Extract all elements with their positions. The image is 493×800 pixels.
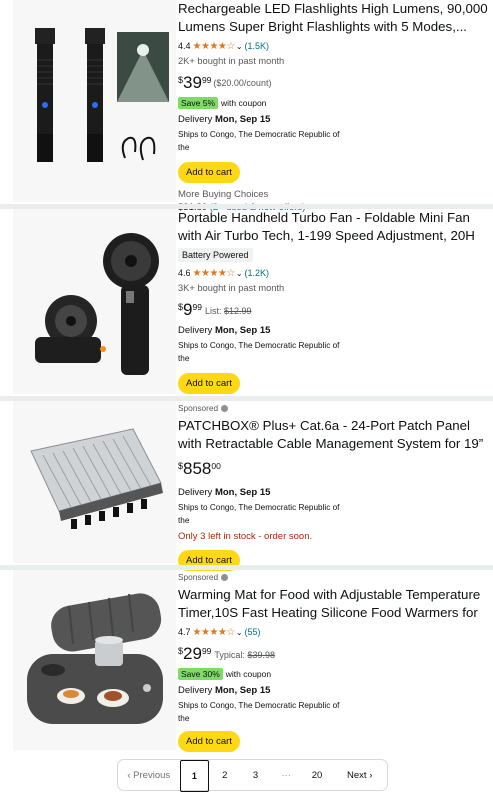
page-20-button[interactable]: 20 (302, 760, 333, 790)
coupon-text: with coupon (225, 668, 272, 679)
delivery-date: Mon, Sep 15 (214, 685, 271, 696)
unit-price: ($20.00/count) (213, 78, 272, 88)
chevron-down-icon[interactable]: ⌄ (236, 269, 243, 278)
star-rating-icon[interactable]: ★★★★☆ (193, 627, 236, 638)
page-2-button[interactable]: 2 (209, 760, 240, 790)
price-whole: 858 (183, 459, 212, 478)
product-card-fan: Portable Handheld Turbo Fan - Foldable M… (6, 209, 490, 394)
more-buying-choices: More Buying Choices (178, 189, 269, 200)
rating-count-link[interactable]: (1.2K) (245, 268, 270, 278)
add-to-cart-button[interactable]: Add to cart (178, 373, 240, 394)
flashlight-image (13, 0, 176, 202)
price[interactable]: $ 9 99 List: $12.99 (178, 300, 488, 320)
previous-page-button[interactable]: ‹ Previous (118, 760, 180, 790)
list-label: List: (204, 306, 222, 316)
delivery-date: Mon, Sep 15 (214, 325, 271, 336)
star-rating-icon[interactable]: ★★★★☆ (193, 41, 236, 52)
rating-count-link[interactable]: (55) (245, 627, 261, 637)
product-image-patchbox[interactable] (13, 401, 176, 563)
delivery-label: Delivery (178, 487, 213, 498)
product-card-patchbox: Sponsored PATCHBOX® Plus+ Cat.6a - 24-Po… (6, 401, 490, 571)
sponsored-text: Sponsored (178, 403, 219, 413)
star-rating-icon[interactable]: ★★★★☆ (193, 268, 236, 279)
price[interactable]: $ 39 99 ($20.00/count) (178, 73, 488, 93)
product-image-warming-mat[interactable] (13, 570, 176, 750)
bought-count: 3K+ bought in past month (178, 283, 285, 293)
rating-row: 4.7 ★★★★☆ ⌄ (55) (178, 625, 488, 639)
product-info: Portable Handheld Turbo Fan - Foldable M… (178, 209, 488, 394)
pagination-ellipsis: ··· (281, 769, 291, 781)
chevron-down-icon[interactable]: ⌄ (236, 628, 243, 637)
delivery-info: Delivery Mon, Sep 15 (178, 685, 488, 698)
coupon-row: Save 30% with coupon (178, 667, 488, 680)
sponsored-label[interactable]: Sponsored (178, 570, 488, 584)
page-3-button[interactable]: 3 (240, 760, 271, 790)
typical-price: Typical: $39.98 (214, 650, 275, 660)
product-info: Sponsored Warming Mat for Food with Adju… (178, 570, 488, 752)
product-info: Sponsored PATCHBOX® Plus+ Cat.6a - 24-Po… (178, 401, 488, 571)
delivery-info: Delivery Mon, Sep 15 (178, 325, 488, 338)
product-card-warming-mat: Sponsored Warming Mat for Food with Adju… (6, 570, 490, 752)
rating-count-link[interactable]: (1.5K) (245, 41, 270, 51)
delivery-info: Delivery Mon, Sep 15 (178, 487, 488, 500)
price-whole: 29 (183, 644, 202, 663)
price-fraction: 99 (201, 75, 212, 85)
list-price: List: $12.99 (205, 306, 252, 316)
page-1-button[interactable]: 1 (179, 760, 210, 792)
price-whole: 9 (183, 300, 193, 319)
delivery-label: Delivery (178, 685, 213, 696)
delivery-date: Mon, Sep 15 (214, 487, 271, 498)
ships-to: Ships to Congo, The Democratic Republic … (178, 341, 340, 363)
price-fraction: 99 (192, 302, 202, 312)
product-card-flashlight: Rechargeable LED Flashlights High Lumens… (6, 0, 490, 213)
product-info: Rechargeable LED Flashlights High Lumens… (178, 0, 488, 213)
product-image-flashlight[interactable] (13, 0, 176, 202)
ships-to: Ships to Congo, The Democratic Republic … (178, 503, 340, 525)
price-fraction: 00 (211, 461, 221, 471)
sponsored-text: Sponsored (178, 572, 219, 582)
delivery-label: Delivery (178, 325, 213, 336)
stock-warning: Only 3 left in stock - order soon. (178, 531, 313, 542)
product-image-fan[interactable] (13, 209, 176, 394)
list-price-value: $12.99 (223, 306, 252, 316)
rating-value: 4.4 (178, 41, 191, 51)
chevron-down-icon[interactable]: ⌄ (236, 42, 243, 51)
ships-to: Ships to Congo, The Democratic Republic … (178, 701, 340, 723)
typical-label: Typical: (214, 650, 245, 660)
bought-count: 2K+ bought in past month (178, 56, 285, 66)
coupon-badge[interactable]: Save 30% (178, 667, 223, 680)
patch-panel-image (13, 401, 176, 563)
price-whole: 39 (183, 73, 202, 92)
delivery-label: Delivery (178, 114, 213, 125)
add-to-cart-button[interactable]: Add to cart (178, 731, 240, 752)
battery-powered-badge: Battery Powered (178, 248, 253, 262)
coupon-badge[interactable]: Save 5% (178, 96, 219, 109)
price[interactable]: $ 858 00 (178, 459, 488, 479)
product-title[interactable]: Warming Mat for Food with Adjustable Tem… (178, 586, 488, 622)
ships-to: Ships to Congo, The Democratic Republic … (178, 130, 340, 152)
sponsored-label[interactable]: Sponsored (178, 401, 488, 415)
rating-row: 4.6 ★★★★☆ ⌄ (1.2K) (178, 266, 488, 280)
product-title[interactable]: Rechargeable LED Flashlights High Lumens… (178, 0, 488, 36)
next-page-button[interactable]: Next › (332, 760, 387, 790)
price[interactable]: $ 29 99 Typical: $39.98 (178, 644, 488, 664)
coupon-text: with coupon (221, 97, 267, 108)
coupon-row: Save 5% with coupon (178, 96, 488, 109)
rating-value: 4.7 (178, 627, 191, 637)
product-title[interactable]: PATCHBOX® Plus+ Cat.6a - 24-Port Patch P… (178, 417, 488, 453)
price-fraction: 99 (201, 646, 212, 656)
product-title[interactable]: Portable Handheld Turbo Fan - Foldable M… (178, 209, 488, 245)
fan-image (13, 209, 176, 394)
rating-value: 4.6 (178, 268, 191, 278)
delivery-info: Delivery Mon, Sep 15 (178, 114, 488, 127)
info-icon[interactable] (221, 404, 229, 412)
delivery-date: Mon, Sep 15 (214, 114, 271, 125)
info-icon[interactable] (221, 573, 229, 581)
add-to-cart-button[interactable]: Add to cart (178, 162, 240, 183)
rating-row: 4.4 ★★★★☆ ⌄ (1.5K) (178, 39, 488, 53)
warming-mat-image (13, 570, 176, 750)
pagination: ‹ Previous 1 2 3 ··· 20 Next › (117, 759, 388, 792)
typical-price-value: $39.98 (247, 650, 275, 660)
